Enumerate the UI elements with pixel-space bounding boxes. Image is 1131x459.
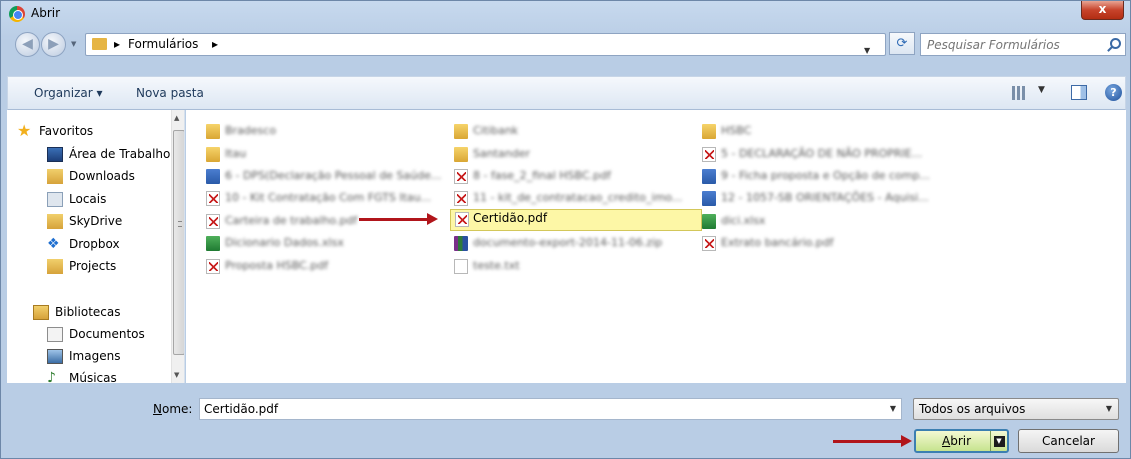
file-type-select[interactable]: Todos os arquivos ▼ [913,398,1119,420]
pdf-icon [702,236,716,251]
address-bar[interactable]: ▸ Formulários ▸ ▼ [85,33,886,56]
chevron-down-icon: ▼ [993,436,1005,447]
name-label: Nome: [153,402,193,416]
breadcrumb-separator-icon[interactable]: ▸ [114,37,120,51]
cancel-button[interactable]: Cancelar [1018,429,1119,453]
places-icon [47,192,63,207]
sidebar-scrollbar[interactable]: ▲ ▼ [171,110,184,383]
filename-dropdown-icon[interactable]: ▼ [890,404,896,413]
refresh-button[interactable]: ⟳ [889,32,915,55]
breadcrumb-chevron-icon[interactable]: ▸ [212,37,218,51]
folder-icon [454,124,468,139]
folder-icon [92,38,107,50]
folder-icon [454,147,468,162]
file-list: Bradesco Itau 6 - DPS(Declaração Pessoal… [186,110,1126,383]
navigation-bar: ◀ ▶ ▼ ▸ Formulários ▸ ▼ ⟳ [1,27,1130,61]
folder-icon [702,124,716,139]
scroll-thumb[interactable] [173,130,184,355]
music-icon: ♪ [47,370,56,383]
forward-button[interactable]: ▶ [41,32,66,57]
filename-combobox[interactable]: ▼ [199,398,902,420]
search-box[interactable] [920,33,1126,56]
pdf-icon [206,214,220,229]
documents-icon [47,327,63,342]
images-icon [47,349,63,364]
search-icon[interactable] [1110,38,1121,49]
address-dropdown[interactable]: ▼ [864,46,870,55]
view-dropdown-icon[interactable]: ▼ [1038,85,1045,95]
annotation-arrow-open [833,435,912,447]
title-bar: Abrir x [1,1,1130,27]
filename-input[interactable] [200,399,880,419]
zip-archive-icon [454,236,468,251]
dropbox-icon: ❖ [47,236,60,252]
desktop-icon [47,147,63,162]
excel-icon [702,214,716,229]
command-toolbar: Organizar ▾ Nova pasta ▼ ? [7,76,1126,110]
search-input[interactable] [921,34,1101,55]
back-button[interactable]: ◀ [15,32,40,57]
text-file-icon [454,259,468,274]
pdf-icon [454,191,468,206]
folder-icon [47,259,63,274]
annotation-arrow-file [359,213,438,225]
bottom-panel: Nome: ▼ Todos os arquivos ▼ Abrir ▼ Canc… [1,383,1130,459]
new-folder-button[interactable]: Nova pasta [136,86,204,100]
scroll-up-icon[interactable]: ▲ [174,114,179,122]
folder-icon [206,147,220,162]
navigation-pane: ★ Favoritos Área de Trabalho Downloads L… [7,110,185,383]
pdf-icon [455,212,469,227]
pdf-icon [454,169,468,184]
breadcrumb-formularios[interactable]: Formulários [128,37,198,51]
grip-icon [178,221,182,227]
scroll-down-icon[interactable]: ▼ [174,371,179,379]
pdf-icon [702,147,716,162]
preview-pane-icon[interactable] [1071,85,1087,100]
excel-icon [206,236,220,251]
word-document-icon [702,169,716,184]
recent-locations-dropdown[interactable]: ▼ [71,40,76,48]
help-icon[interactable]: ? [1105,84,1122,101]
pdf-icon [206,191,220,206]
close-button[interactable]: x [1081,1,1124,20]
star-icon: ★ [17,121,32,140]
view-mode-icon[interactable] [1012,86,1026,100]
chevron-down-icon: ▼ [1105,404,1112,413]
word-document-icon [702,191,716,206]
window-title: Abrir [31,6,61,20]
file-item-selected[interactable]: Certidão.pdf [450,209,702,231]
pdf-icon [206,259,220,274]
chrome-icon [9,6,25,22]
folder-icon [206,124,220,139]
open-file-dialog: Abrir x ◀ ▶ ▼ ▸ Formulários ▸ ▼ ⟳ Organi… [0,0,1131,459]
downloads-icon [47,169,63,184]
open-split-dropdown[interactable]: ▼ [990,431,1007,451]
open-button[interactable]: Abrir ▼ [914,429,1009,453]
folder-icon [47,214,63,229]
libraries-icon [33,305,49,320]
word-document-icon [206,169,220,184]
organize-button[interactable]: Organizar ▾ [34,86,103,100]
